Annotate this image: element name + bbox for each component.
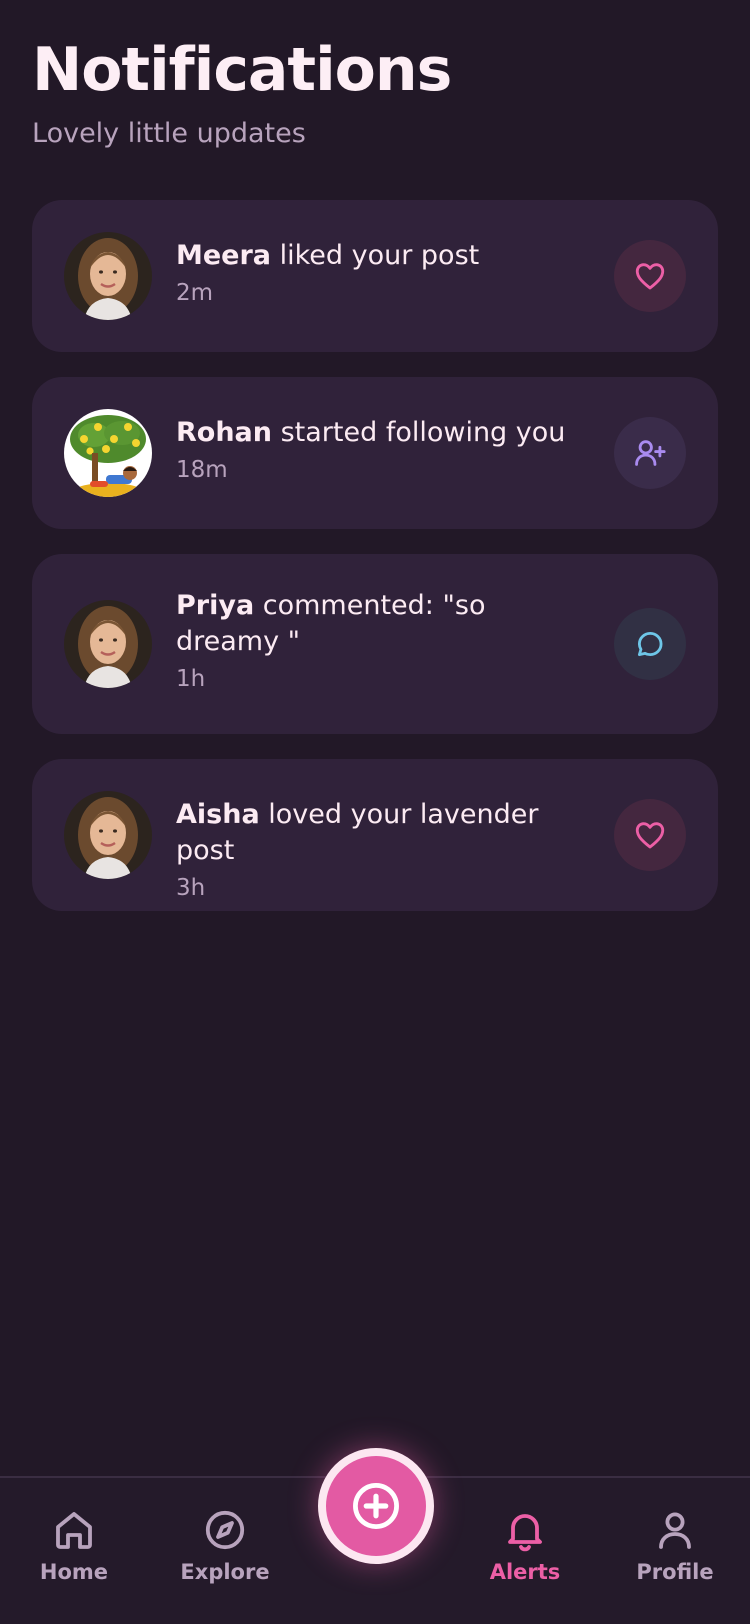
notification-message: Meera liked your post <box>176 238 596 274</box>
avatar[interactable] <box>64 791 152 879</box>
woman-portrait-avatar <box>64 232 152 320</box>
nav-label-explore: Explore <box>180 1560 270 1584</box>
notifications-screen: Notifications Lovely little updates Meer… <box>0 0 750 1624</box>
nav-explore[interactable]: Explore <box>165 1506 285 1584</box>
nav-alerts[interactable]: Alerts <box>465 1506 585 1584</box>
user-icon <box>659 1512 691 1549</box>
lemon-tree-avatar <box>64 409 152 497</box>
notification-action-text: liked your post <box>271 240 480 271</box>
like-button[interactable] <box>614 240 686 312</box>
notification-time: 3h <box>176 875 206 901</box>
notification-time: 1h <box>176 666 206 692</box>
notification-user: Priya <box>176 590 255 621</box>
notification-text: Aisha loved your lavender post 3h <box>176 797 596 901</box>
notification-card[interactable]: Rohan started following you 18m <box>32 377 718 529</box>
notification-card[interactable]: Aisha loved your lavender post 3h <box>32 759 718 911</box>
heart-icon <box>635 263 665 290</box>
notification-text: Meera liked your post 2m <box>176 238 596 306</box>
notification-user: Meera <box>176 240 272 271</box>
comment-bubble-icon <box>637 631 663 657</box>
nav-home[interactable]: Home <box>14 1506 134 1584</box>
user-plus-icon <box>635 440 666 466</box>
nav-label-alerts: Alerts <box>489 1560 561 1584</box>
notification-list: Meera liked your post 2m Rohan started f… <box>32 200 718 936</box>
nav-profile[interactable]: Profile <box>615 1506 735 1584</box>
woman-portrait-avatar <box>64 600 152 688</box>
reply-button[interactable] <box>614 608 686 680</box>
header: Notifications Lovely little updates <box>32 30 452 152</box>
notification-action-text: started following you <box>272 417 566 448</box>
notification-time: 2m <box>176 280 214 306</box>
nav-label-home: Home <box>39 1560 109 1584</box>
notification-card[interactable]: Priya commented: "so dreamy " 1h <box>32 554 718 734</box>
notification-message: Aisha loved your lavender post <box>176 797 596 869</box>
like-button[interactable] <box>614 799 686 871</box>
notification-text: Rohan started following you 18m <box>176 415 596 483</box>
compass-icon <box>205 1510 245 1550</box>
avatar[interactable] <box>64 409 152 497</box>
follow-back-button[interactable] <box>614 417 686 489</box>
woman-portrait-avatar <box>64 791 152 879</box>
notification-card[interactable]: Meera liked your post 2m <box>32 200 718 352</box>
nav-label-profile: Profile <box>636 1560 714 1584</box>
avatar[interactable] <box>64 600 152 688</box>
notification-message: Rohan started following you <box>176 415 596 451</box>
notification-text: Priya commented: "so dreamy " 1h <box>176 588 596 692</box>
notification-message: Priya commented: "so dreamy " <box>176 588 596 660</box>
bell-icon <box>508 1514 542 1552</box>
page-title: Notifications <box>32 35 452 105</box>
notification-user: Rohan <box>176 417 273 448</box>
notification-user: Aisha <box>176 799 260 830</box>
notification-time: 18m <box>176 457 228 483</box>
heart-icon <box>635 822 665 849</box>
create-post-button[interactable] <box>318 1448 434 1564</box>
avatar[interactable] <box>64 232 152 320</box>
home-icon <box>56 1512 92 1549</box>
plus-circle-icon <box>353 1483 399 1529</box>
page-subtitle: Lovely little updates <box>32 118 306 149</box>
